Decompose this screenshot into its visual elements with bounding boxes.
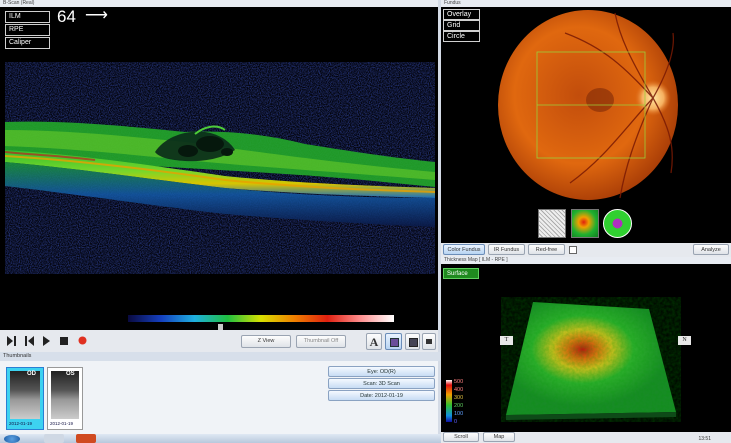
bscan-panel: B-Scan (Real) ILM RPE Caliper 64 ⟶: [0, 0, 438, 330]
rpe-toggle[interactable]: RPE: [5, 24, 50, 36]
overlay-toggle[interactable]: Overlay: [443, 9, 480, 20]
start-icon[interactable]: [4, 435, 20, 443]
caliper-toggle[interactable]: Caliper: [5, 37, 50, 49]
fundus-tabbar: Color Fundus IR Fundus Red-free Analyze: [441, 243, 731, 257]
fundus-minithumb-etdrs[interactable]: [603, 209, 632, 238]
ilm-toggle[interactable]: ILM: [5, 11, 50, 23]
player-toolbar: Z View Thumbnail Off A: [0, 330, 438, 352]
record-icon[interactable]: [78, 336, 87, 345]
surface-button[interactable]: Surface: [443, 268, 479, 279]
slice-number: 64: [57, 7, 76, 26]
circle-toggle[interactable]: Circle: [443, 31, 480, 42]
thickness-title: Thickness Map [ ILM - RPE ]: [441, 257, 731, 264]
fundus-title: Fundus: [441, 0, 731, 7]
analyze-button[interactable]: Analyze: [693, 244, 729, 255]
view-mode-3-icon: [426, 339, 432, 344]
colorbar-label: 300: [454, 395, 464, 401]
fundus-image[interactable]: [495, 8, 681, 203]
taskbar-app-ie-icon[interactable]: [44, 434, 64, 443]
thumbnail-item[interactable]: OD 2012-01-19: [6, 367, 44, 430]
view-mode-1-icon: [390, 338, 399, 347]
tab-color-fundus[interactable]: Color Fundus: [443, 244, 485, 255]
fundus-minithumb-grayscale[interactable]: [538, 209, 566, 238]
tab-ir-fundus[interactable]: IR Fundus: [488, 244, 525, 255]
thumbnails-title: Thumbnails: [0, 352, 441, 361]
eye-selector-button[interactable]: Eye: OD(R): [328, 366, 435, 377]
view-mode-2-button[interactable]: [405, 333, 420, 350]
nasal-marker: N: [678, 336, 691, 345]
tab-red-free[interactable]: Red-free: [528, 244, 565, 255]
thumbnails-panel: Thumbnails OD 2012-01-19 OS 2012-01-19 E…: [0, 352, 441, 434]
fundus-panel: Fundus Overlay Grid Circle: [441, 0, 731, 243]
stop-icon[interactable]: [60, 337, 68, 345]
thickness-surface-3d[interactable]: [501, 297, 681, 422]
thumbnail-image: [51, 371, 79, 419]
intensity-colorbar: [128, 315, 394, 322]
date-selector-button[interactable]: Date: 2012-01-19: [328, 390, 435, 401]
colorbar-label: 500: [454, 379, 464, 385]
colorbar-label: 100: [454, 411, 464, 417]
direction-arrow-icon: ⟶: [85, 7, 108, 24]
map-button[interactable]: Map: [483, 432, 515, 442]
view-mode-1-button[interactable]: [385, 333, 402, 350]
grid-toggle[interactable]: Grid: [443, 20, 480, 31]
temporal-marker: T: [500, 336, 513, 345]
play-icon[interactable]: [43, 336, 50, 346]
thumbnail-date: 2012-01-19: [50, 421, 74, 426]
thickness-map-panel: Thickness Map [ ILM - RPE ] Surface T N …: [441, 257, 731, 434]
colorbar-labels: 500 400 300 200 100 0: [454, 378, 463, 426]
colorbar-label: 0: [454, 419, 458, 425]
z-view-button[interactable]: Z View: [241, 335, 291, 348]
font-button[interactable]: A: [366, 333, 382, 350]
fundus-minithumb-thickness[interactable]: [571, 209, 599, 238]
thickness-colorbar: [446, 380, 452, 422]
thumbnail-item[interactable]: OS 2012-01-19: [47, 367, 83, 430]
thumbnail-toggle-button[interactable]: Thumbnail Off: [296, 335, 346, 348]
red-free-checkbox[interactable]: [569, 246, 577, 254]
bscan-title: B-Scan (Real): [0, 0, 438, 7]
skip-back-icon[interactable]: [25, 336, 34, 346]
taskbar-app-icon[interactable]: [76, 434, 96, 443]
step-forward-icon[interactable]: [7, 336, 16, 346]
thumbnail-date: 2012-01-19: [9, 421, 33, 426]
taskbar: [0, 434, 441, 443]
scan-type-button[interactable]: Scan: 3D Scan: [328, 378, 435, 389]
colorbar-label: 200: [454, 403, 464, 409]
thumbnail-eye-label: OS: [66, 371, 75, 377]
taskbar-tray: 13:51: [620, 436, 731, 443]
view-mode-2-icon: [409, 338, 418, 347]
view-mode-3-button[interactable]: [422, 333, 436, 350]
taskbar-clock: 13:51: [698, 436, 711, 442]
thumbnail-image: [10, 371, 40, 419]
oct-bscan-image[interactable]: [5, 62, 435, 274]
colorbar-label: 400: [454, 387, 464, 393]
thumbnail-eye-label: OD: [27, 371, 36, 377]
scroll-button[interactable]: Scroll: [443, 432, 479, 442]
